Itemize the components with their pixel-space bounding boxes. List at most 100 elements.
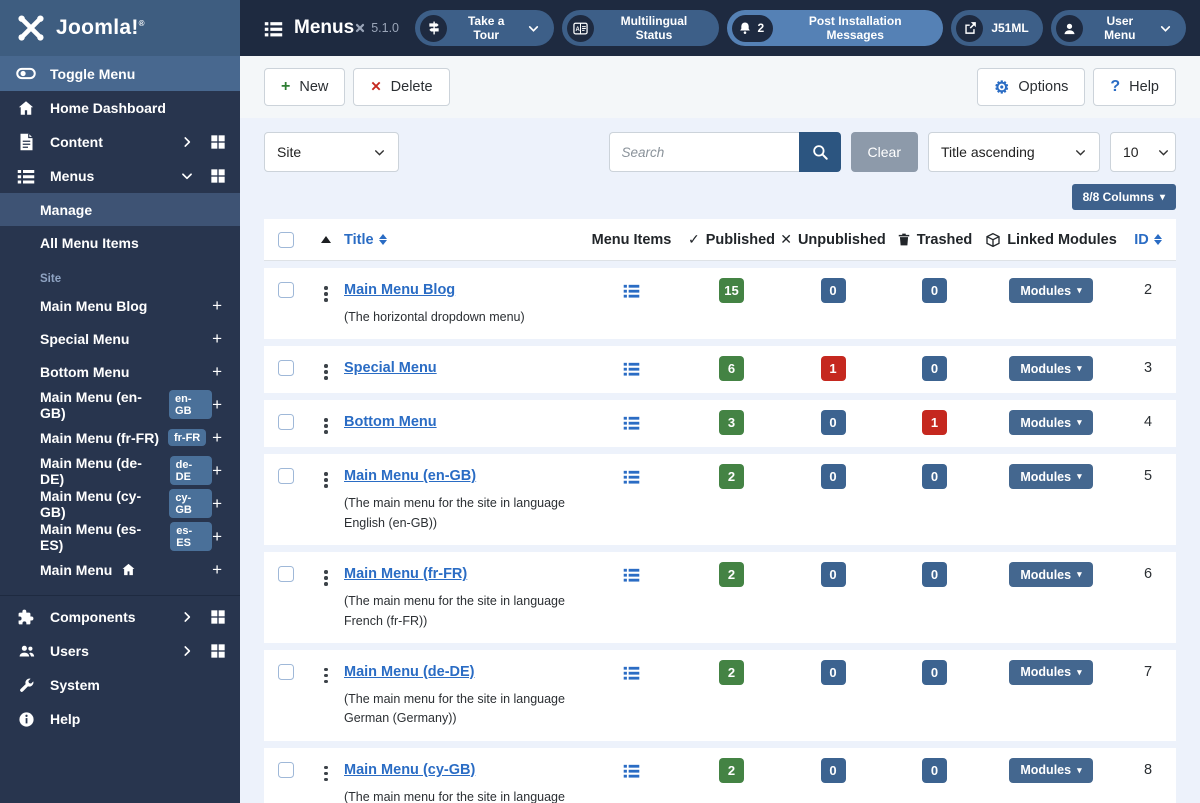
sidebar-site-menu-item[interactable]: Bottom Menu + xyxy=(0,355,240,388)
unpublished-count-badge[interactable]: 0 xyxy=(820,278,846,303)
trashed-count-badge[interactable]: 1 xyxy=(922,410,947,436)
modules-dropdown-button[interactable]: Modules ▾ xyxy=(1009,410,1093,436)
unpublished-count-badge[interactable]: 1 xyxy=(820,356,846,382)
menu-title-link[interactable]: Main Menu (de-DE) xyxy=(344,664,475,680)
add-menu-item-button[interactable]: + xyxy=(212,396,222,413)
trashed-count-badge[interactable]: 0 xyxy=(922,757,947,783)
menu-title-link[interactable]: Bottom Menu xyxy=(344,414,437,430)
sidebar-item-manage[interactable]: Manage xyxy=(0,193,240,226)
dashboard-grid-icon[interactable] xyxy=(210,168,226,184)
modules-dropdown-button[interactable]: Modules ▾ xyxy=(1009,464,1093,490)
search-button[interactable] xyxy=(798,132,841,172)
toggle-menu-button[interactable]: Toggle Menu xyxy=(0,56,240,91)
row-checkbox[interactable] xyxy=(278,468,294,485)
sidebar-item-components[interactable]: Components xyxy=(0,600,240,634)
new-button[interactable]: + New xyxy=(264,68,346,106)
help-button[interactable]: ? Help xyxy=(1093,68,1176,106)
menu-items-list-icon[interactable] xyxy=(623,360,640,377)
sidebar-item-content[interactable]: Content xyxy=(0,125,240,159)
menu-title-link[interactable]: Main Menu (cy-GB) xyxy=(344,762,475,778)
header-pill-button[interactable]: 2 Post Installation Messages xyxy=(727,10,944,46)
menu-title-link[interactable]: Main Menu Blog xyxy=(344,282,455,298)
sidebar-site-menu-item[interactable]: Main Menu (de-DE) de-DE + xyxy=(0,454,240,487)
header-pill-button[interactable]: Take a Tour xyxy=(415,10,555,46)
sidebar-item-system[interactable]: System xyxy=(0,668,240,702)
clear-button[interactable]: Clear xyxy=(850,132,918,172)
sidebar-site-menu-item[interactable]: Special Menu + xyxy=(0,322,240,355)
menu-items-list-icon[interactable] xyxy=(623,566,640,583)
add-menu-item-button[interactable]: + xyxy=(212,429,222,446)
search-input[interactable] xyxy=(608,132,799,172)
trashed-count-badge[interactable]: 0 xyxy=(922,356,947,382)
add-menu-item-button[interactable]: + xyxy=(212,297,222,314)
unpublished-count-badge[interactable]: 0 xyxy=(820,562,846,588)
drag-handle-icon[interactable] xyxy=(324,286,328,302)
sidebar-site-menu-item[interactable]: Main Menu Blog + xyxy=(0,289,240,322)
published-count-badge[interactable]: 3 xyxy=(719,410,744,436)
header-pill-button[interactable]: A Multilingual Status xyxy=(562,10,720,46)
menu-items-list-icon[interactable] xyxy=(623,762,640,779)
row-checkbox[interactable] xyxy=(278,414,294,431)
delete-button[interactable]: ✕ Delete xyxy=(353,68,450,106)
menu-items-list-icon[interactable] xyxy=(623,414,640,431)
sidebar-site-menu-item[interactable]: Main Menu (cy-GB) cy-GB + xyxy=(0,487,240,520)
unpublished-count-badge[interactable]: 0 xyxy=(820,410,846,436)
dashboard-grid-icon[interactable] xyxy=(210,609,226,625)
row-checkbox[interactable] xyxy=(278,566,294,583)
trashed-count-badge[interactable]: 0 xyxy=(922,562,947,588)
drag-handle-icon[interactable] xyxy=(324,667,328,684)
sidebar-site-menu-item[interactable]: Main Menu (fr-FR) fr-FR + xyxy=(0,421,240,454)
modules-dropdown-button[interactable]: Modules ▾ xyxy=(1009,278,1093,303)
ordering-caret-icon[interactable] xyxy=(321,236,331,243)
row-checkbox[interactable] xyxy=(278,663,294,680)
row-checkbox[interactable] xyxy=(278,282,294,298)
menu-items-list-icon[interactable] xyxy=(623,664,640,681)
modules-dropdown-button[interactable]: Modules ▾ xyxy=(1009,757,1093,783)
drag-handle-icon[interactable] xyxy=(324,364,328,380)
add-menu-item-button[interactable]: + xyxy=(212,363,222,380)
published-count-badge[interactable]: 2 xyxy=(719,757,744,783)
sort-select[interactable]: Title ascending xyxy=(928,132,1100,172)
trashed-count-badge[interactable]: 0 xyxy=(922,464,947,490)
modules-dropdown-button[interactable]: Modules ▾ xyxy=(1009,562,1093,588)
drag-handle-icon[interactable] xyxy=(324,570,328,586)
sidebar-item-all-menu-items[interactable]: All Menu Items xyxy=(0,226,240,259)
menu-items-list-icon[interactable] xyxy=(623,282,640,299)
sidebar-site-menu-item[interactable]: Main Menu (en-GB) en-GB + xyxy=(0,388,240,421)
add-menu-item-button[interactable]: + xyxy=(212,495,222,512)
sidebar-site-menu-item[interactable]: Main Menu (es-ES) es-ES + xyxy=(0,520,240,553)
menu-items-list-icon[interactable] xyxy=(623,468,640,485)
published-count-badge[interactable]: 2 xyxy=(719,562,744,588)
header-pill-button[interactable]: J51ML xyxy=(951,10,1043,46)
add-menu-item-button[interactable]: + xyxy=(212,330,222,347)
sidebar-site-menu-item[interactable]: Main Menu + xyxy=(0,553,240,586)
sidebar-item-users[interactable]: Users xyxy=(0,634,240,668)
drag-handle-icon[interactable] xyxy=(324,418,328,434)
published-count-badge[interactable]: 15 xyxy=(719,278,744,303)
published-count-badge[interactable]: 2 xyxy=(719,659,744,685)
sidebar-item-menus[interactable]: Menus xyxy=(0,159,240,193)
header-pill-button[interactable]: User Menu xyxy=(1050,10,1186,46)
published-count-badge[interactable]: 6 xyxy=(719,356,744,382)
menu-title-link[interactable]: Main Menu (en-GB) xyxy=(344,468,476,484)
columns-toggle-button[interactable]: 8/8 Columns ▾ xyxy=(1071,184,1176,210)
title-column-sort[interactable]: Title xyxy=(344,232,571,248)
row-checkbox[interactable] xyxy=(278,761,294,778)
modules-dropdown-button[interactable]: Modules ▾ xyxy=(1009,356,1093,382)
trashed-count-badge[interactable]: 0 xyxy=(922,278,947,303)
options-button[interactable]: ⚙ Options xyxy=(977,68,1086,106)
add-menu-item-button[interactable]: + xyxy=(212,462,222,479)
site-filter-select[interactable]: Site xyxy=(264,132,399,172)
dashboard-grid-icon[interactable] xyxy=(210,134,226,150)
unpublished-count-badge[interactable]: 0 xyxy=(820,757,846,783)
modules-dropdown-button[interactable]: Modules ▾ xyxy=(1009,659,1093,685)
unpublished-count-badge[interactable]: 0 xyxy=(820,464,846,490)
published-count-badge[interactable]: 2 xyxy=(719,464,744,490)
id-column-sort[interactable]: ID xyxy=(1134,232,1162,248)
row-checkbox[interactable] xyxy=(278,360,294,377)
sidebar-item-home-dashboard[interactable]: Home Dashboard xyxy=(0,91,240,125)
drag-handle-icon[interactable] xyxy=(324,765,328,782)
page-size-select[interactable]: 10 xyxy=(1110,132,1176,172)
sidebar-item-help[interactable]: Help xyxy=(0,702,240,736)
menu-title-link[interactable]: Main Menu (fr-FR) xyxy=(344,566,467,582)
